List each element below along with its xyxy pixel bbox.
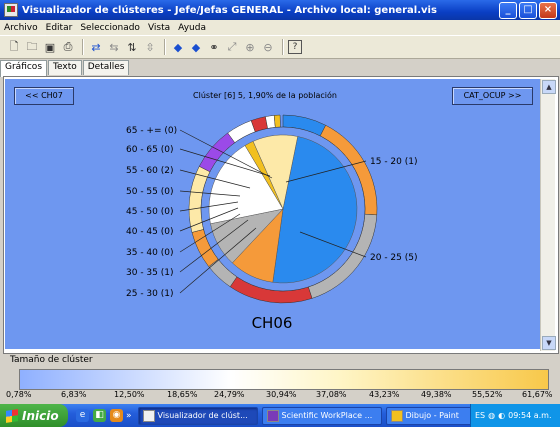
task-scientific-workplace[interactable]: Scientific WorkPlace ... bbox=[261, 406, 382, 425]
tick-3: 18,65% bbox=[167, 390, 198, 399]
tick-2: 12,50% bbox=[114, 390, 145, 399]
app-icon bbox=[142, 409, 155, 422]
task-label: Scientific WorkPlace ... bbox=[281, 411, 373, 420]
label-65-plus: 65 - += (0) bbox=[126, 126, 177, 136]
paint-icon bbox=[390, 409, 403, 422]
tick-10: 61,67% bbox=[522, 390, 553, 399]
center-label: CH06 bbox=[252, 314, 293, 332]
cluster-size-label: Tamaño de clúster bbox=[10, 355, 93, 365]
language-indicator[interactable]: ES bbox=[475, 411, 485, 420]
quick-launch: e ◧ ◉ bbox=[76, 409, 123, 422]
label-15-20: 15 - 20 (1) bbox=[370, 157, 417, 167]
tick-8: 49,38% bbox=[421, 390, 452, 399]
media-player-icon[interactable]: ◉ bbox=[110, 409, 123, 422]
swp-icon bbox=[266, 409, 279, 422]
inner-pie bbox=[208, 134, 358, 284]
scroll-down-icon[interactable]: ▼ bbox=[542, 336, 556, 350]
chevron-icon[interactable]: » bbox=[126, 411, 132, 421]
volume-icon[interactable]: ◐ bbox=[498, 411, 505, 420]
label-40-45: 40 - 45 (0) bbox=[126, 227, 173, 237]
close-button[interactable]: × bbox=[539, 2, 557, 19]
cluster-pie-chart: 65 - += (0) 60 - 65 (0) 55 - 60 (2) 50 -… bbox=[126, 114, 417, 332]
outer-ring-segment-11 bbox=[273, 114, 281, 128]
cluster-size-gradient bbox=[19, 369, 549, 390]
label-25-30: 25 - 30 (1) bbox=[126, 289, 173, 299]
cluster-size-ticks: 0,78% 6,83% 12,50% 18,65% 24,79% 30,94% … bbox=[0, 390, 560, 402]
ie-icon[interactable]: e bbox=[76, 409, 89, 422]
tick-0: 0,78% bbox=[6, 390, 32, 399]
label-45-50: 45 - 50 (0) bbox=[126, 207, 173, 217]
tick-6: 37,08% bbox=[316, 390, 347, 399]
label-50-55: 50 - 55 (0) bbox=[126, 187, 173, 197]
tick-1: 6,83% bbox=[61, 390, 87, 399]
start-button[interactable]: Inicio bbox=[0, 404, 68, 427]
label-60-65: 60 - 65 (0) bbox=[126, 145, 173, 155]
tick-9: 55,52% bbox=[472, 390, 503, 399]
start-label: Inicio bbox=[22, 408, 59, 423]
tick-5: 30,94% bbox=[266, 390, 297, 399]
scroll-up-icon[interactable]: ▲ bbox=[542, 80, 556, 94]
clock: 09:54 a.m. bbox=[508, 411, 552, 420]
taskbar: Inicio e ◧ ◉ » Visualizador de clúst... … bbox=[0, 404, 560, 427]
task-label: Visualizador de clúst... bbox=[157, 411, 248, 420]
vertical-scrollbar[interactable]: ▲ ▼ bbox=[540, 79, 556, 351]
label-55-60: 55 - 60 (2) bbox=[126, 166, 173, 176]
task-visualizador[interactable]: Visualizador de clúst... bbox=[137, 406, 258, 425]
label-35-40: 35 - 40 (0) bbox=[126, 248, 173, 258]
system-tray: ES ◍ ◐ 09:54 a.m. bbox=[470, 404, 560, 427]
tick-7: 43,23% bbox=[369, 390, 400, 399]
label-20-25: 20 - 25 (5) bbox=[370, 253, 417, 263]
label-30-35: 30 - 35 (1) bbox=[126, 268, 173, 278]
desktop-icon[interactable]: ◧ bbox=[93, 409, 106, 422]
network-icon[interactable]: ◍ bbox=[488, 411, 495, 420]
task-label: Dibujo - Paint bbox=[405, 411, 459, 420]
windows-flag-icon bbox=[6, 408, 18, 423]
tick-4: 24,79% bbox=[214, 390, 245, 399]
